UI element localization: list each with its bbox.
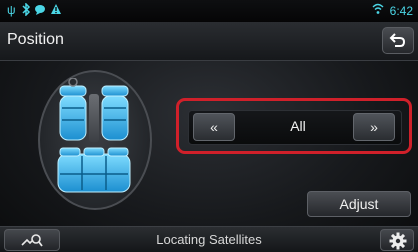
position-value: All (290, 118, 306, 134)
back-arrow-icon (389, 33, 406, 47)
car-seats-icon (57, 78, 131, 193)
previous-position-button[interactable]: « (193, 113, 235, 141)
header: Position (0, 22, 418, 61)
adjust-button[interactable]: Adjust (307, 191, 411, 217)
camera-search-icon (21, 234, 43, 247)
usb-icon: ψ (7, 3, 16, 17)
wifi-icon (372, 3, 384, 18)
bluetooth-icon (21, 2, 31, 19)
next-position-button[interactable]: » (353, 113, 395, 141)
status-bar: ψ 6:42 (0, 0, 418, 22)
clock-time: 6:42 (389, 4, 413, 18)
back-button[interactable] (382, 27, 414, 54)
camera-search-button[interactable] (4, 229, 60, 251)
screen: ψ 6:42 Position « All » Adjust Locating … (0, 0, 418, 252)
messaging-icon (34, 3, 46, 19)
settings-gear-icon (389, 232, 407, 250)
gps-status-text: Locating Satellites (156, 232, 262, 247)
settings-button[interactable] (380, 229, 414, 251)
page-title: Position (7, 31, 64, 48)
warning-icon (50, 3, 62, 18)
